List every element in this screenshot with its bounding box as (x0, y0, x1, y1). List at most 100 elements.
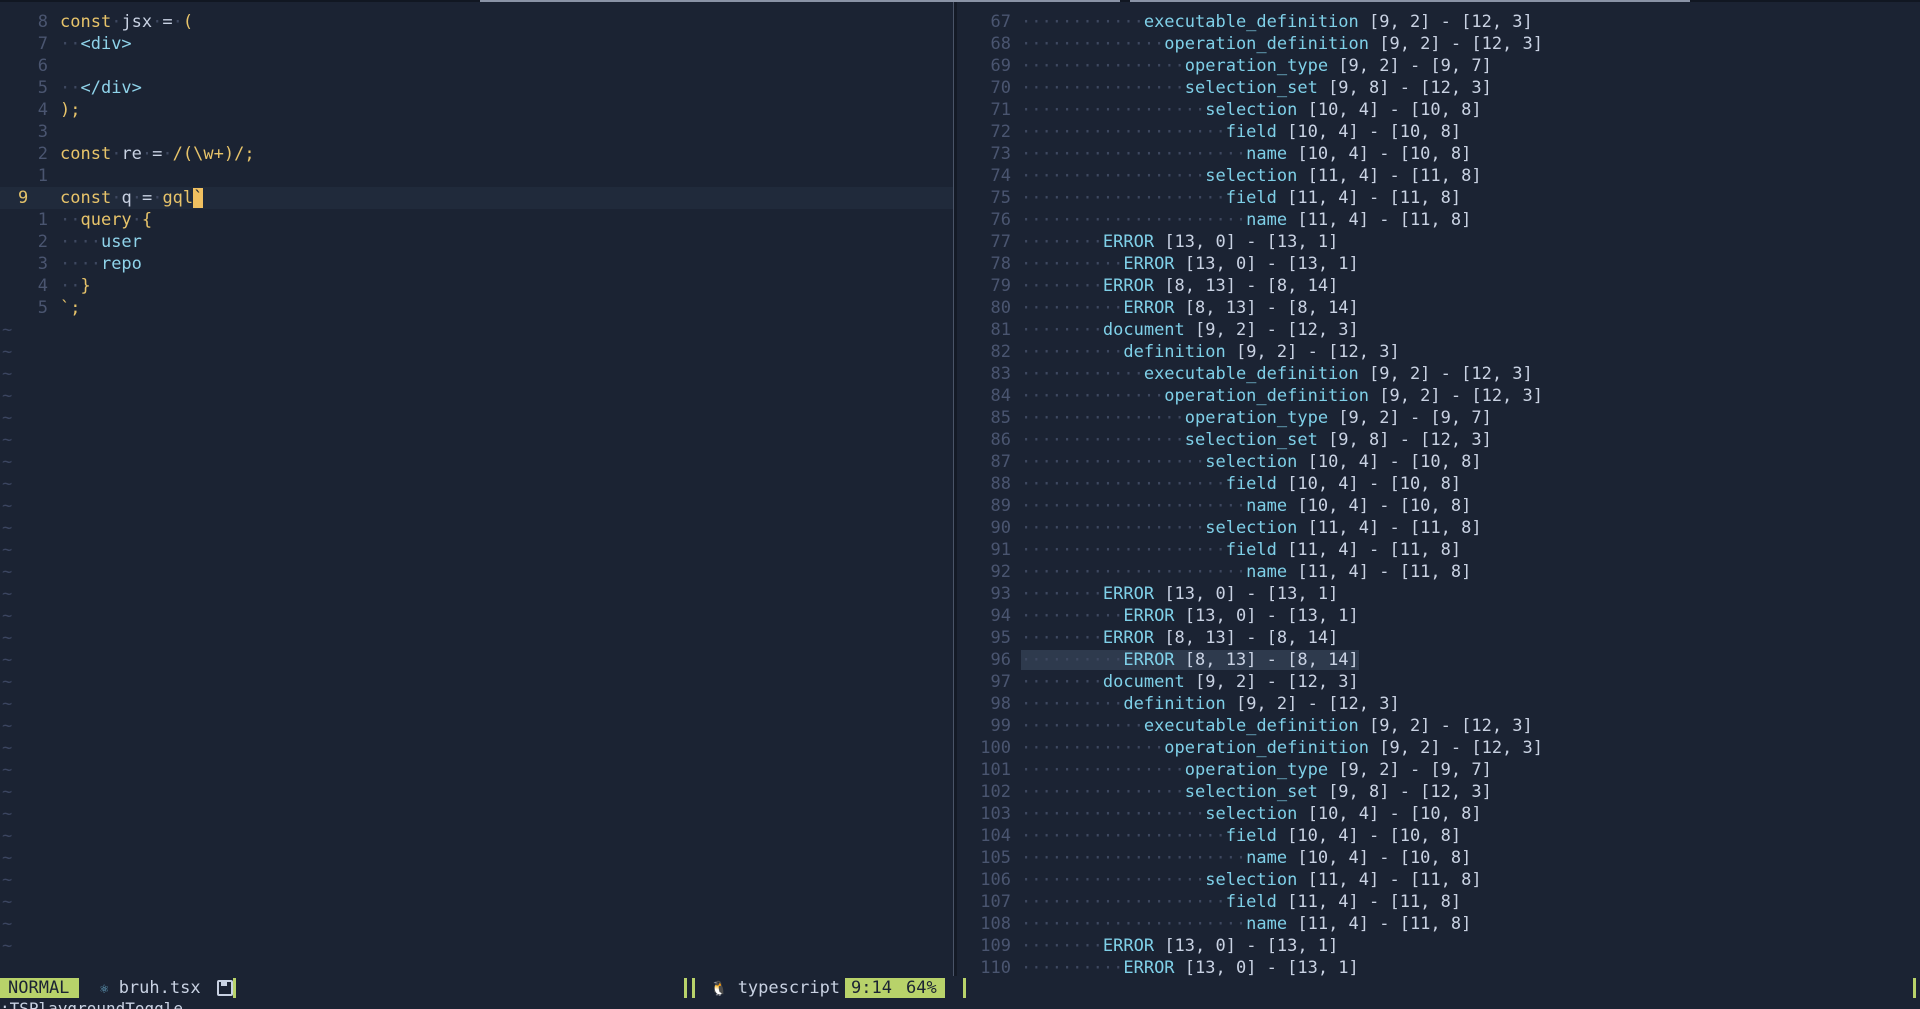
syntax-tree-node-line[interactable]: 109 ········ERROR [13, 0] - [13, 1] (957, 935, 1920, 957)
syntax-tree-node-line[interactable]: 94 ··········ERROR [13, 0] - [13, 1] (957, 605, 1920, 627)
line-number: 94 (990, 606, 1011, 626)
syntax-tree-node-line[interactable]: 81 ········document [9, 2] - [12, 3] (957, 319, 1920, 341)
syntax-tree-node-line[interactable]: 69 ················operation_type [9, 2] … (957, 55, 1920, 77)
code-text: `; (60, 298, 81, 318)
node-text: ··········ERROR [13, 0] - [13, 1] (1021, 958, 1359, 976)
syntax-tree-node-line[interactable]: 101 ················operation_type [9, 2]… (957, 759, 1920, 781)
syntax-tree-node-line[interactable]: 93 ········ERROR [13, 0] - [13, 1] (957, 583, 1920, 605)
treesitter-playground-pane[interactable]: 67 ············executable_definition [9, … (957, 2, 1920, 976)
syntax-tree-node-line[interactable]: 82 ··········definition [9, 2] - [12, 3] (957, 341, 1920, 363)
code-text: ··<div> (60, 34, 132, 54)
line-number: 89 (990, 496, 1011, 516)
node-text: ······················name [11, 4] - [11… (1021, 210, 1472, 230)
syntax-tree-node-line[interactable]: 100 ··············operation_definition [9… (957, 737, 1920, 759)
code-line[interactable]: 1 ··query·{ (0, 209, 953, 231)
line-number: 95 (990, 628, 1011, 648)
syntax-tree-node-line[interactable]: 107 ····················field [11, 4] - [… (957, 891, 1920, 913)
code-line[interactable]: 6 (0, 55, 953, 77)
syntax-tree-node-line[interactable]: 67 ············executable_definition [9, … (957, 11, 1920, 33)
source-editor-pane[interactable]: 8 const·jsx·=·(7 ··<div> 6 5 ··</div> 4); 3 2 con… (0, 2, 953, 976)
line-number: 102 (980, 782, 1011, 802)
syntax-tree-node-line[interactable]: 96 ··········ERROR [8, 13] - [8, 14] (957, 649, 1920, 671)
code-line[interactable]: 2 ····user (0, 231, 953, 253)
syntax-tree-node-line[interactable]: 91 ····················field [11, 4] - [1… (957, 539, 1920, 561)
node-text: ········ERROR [8, 13] - [8, 14] (1021, 276, 1339, 296)
syntax-tree-node-line[interactable]: 110 ··········ERROR [13, 0] - [13, 1] (957, 957, 1920, 976)
line-number: 2 (37, 232, 48, 252)
syntax-tree-node-line[interactable]: 78 ··········ERROR [13, 0] - [13, 1] (957, 253, 1920, 275)
syntax-tree-node-line[interactable]: 75 ····················field [11, 4] - [1… (957, 187, 1920, 209)
code-line[interactable]: 4); (0, 99, 953, 121)
syntax-tree-node-line[interactable]: 102 ················selection_set [9, 8] … (957, 781, 1920, 803)
node-text: ··········definition [9, 2] - [12, 3] (1021, 694, 1400, 714)
node-text: ············executable_definition [9, 2]… (1021, 364, 1533, 384)
line-number: 104 (980, 826, 1011, 846)
node-text: ··········definition [9, 2] - [12, 3] (1021, 342, 1400, 362)
syntax-tree-node-line[interactable]: 105 ······················name [10, 4] - … (957, 847, 1920, 869)
code-line[interactable]: 3 (0, 121, 953, 143)
code-text: ··query·{ (60, 210, 153, 230)
code-line[interactable]: 5 ··</div> (0, 77, 953, 99)
syntax-tree-node-line[interactable]: 87 ··················selection [10, 4] - … (957, 451, 1920, 473)
line-number: 97 (990, 672, 1011, 692)
line-number: 3 (37, 122, 48, 142)
line-number: 2 (37, 144, 48, 164)
line-number: 88 (990, 474, 1011, 494)
syntax-tree-node-line[interactable]: 77 ········ERROR [13, 0] - [13, 1] (957, 231, 1920, 253)
code-line[interactable]: 7 ··<div> (0, 33, 953, 55)
code-line[interactable]: 4 ··} (0, 275, 953, 297)
syntax-tree-node-line[interactable]: 79 ········ERROR [8, 13] - [8, 14] (957, 275, 1920, 297)
node-text: ················selection_set [9, 8] - [… (1021, 430, 1492, 450)
syntax-tree-node-line[interactable]: 70 ················selection_set [9, 8] -… (957, 77, 1920, 99)
syntax-tree-node-line[interactable]: 83 ············executable_definition [9, … (957, 363, 1920, 385)
syntax-tree-node-line[interactable]: 74 ··················selection [11, 4] - … (957, 165, 1920, 187)
syntax-tree-node-line[interactable]: 92 ······················name [11, 4] - [… (957, 561, 1920, 583)
file-name: bruh.tsx (118, 978, 201, 998)
syntax-tree-node-line[interactable]: 90 ··················selection [11, 4] - … (957, 517, 1920, 539)
syntax-tree-node-line[interactable]: 104 ····················field [10, 4] - [… (957, 825, 1920, 847)
node-text: ······················name [11, 4] - [11… (1021, 914, 1472, 934)
syntax-tree-node-line[interactable]: 103 ··················selection [10, 4] -… (957, 803, 1920, 825)
syntax-tree-node-line[interactable]: 89 ······················name [10, 4] - [… (957, 495, 1920, 517)
line-number: 73 (990, 144, 1011, 164)
syntax-tree-node-line[interactable]: 71 ··················selection [10, 4] - … (957, 99, 1920, 121)
syntax-tree-node-line[interactable]: 72 ····················field [10, 4] - [1… (957, 121, 1920, 143)
node-text: ······················name [11, 4] - [11… (1021, 562, 1472, 582)
line-number: 77 (990, 232, 1011, 252)
line-number: 5 (37, 78, 48, 98)
code-line[interactable]: 5 `; (0, 297, 953, 319)
syntax-tree-node-line[interactable]: 97 ········document [9, 2] - [12, 3] (957, 671, 1920, 693)
node-text: ··················selection [11, 4] - [1… (1021, 518, 1482, 538)
syntax-tree-node-line[interactable]: 76 ······················name [11, 4] - [… (957, 209, 1920, 231)
line-number: 105 (980, 848, 1011, 868)
syntax-tree-node-line[interactable]: 86 ················selection_set [9, 8] -… (957, 429, 1920, 451)
line-number: 80 (990, 298, 1011, 318)
syntax-tree-node-line[interactable]: 84 ··············operation_definition [9,… (957, 385, 1920, 407)
code-line[interactable]: 3 ····repo (0, 253, 953, 275)
line-number: 93 (990, 584, 1011, 604)
file-name-section[interactable]: ⚛ bruh.tsx (100, 976, 233, 1001)
line-number: 90 (990, 518, 1011, 538)
command-line[interactable]: :TSPlaygroundToggle (0, 1000, 1920, 1009)
syntax-tree-node-line[interactable]: 88 ····················field [10, 4] - [1… (957, 473, 1920, 495)
syntax-tree-node-line[interactable]: 80 ··········ERROR [8, 13] - [8, 14] (957, 297, 1920, 319)
syntax-tree-node-line[interactable]: 108 ······················name [11, 4] - … (957, 913, 1920, 935)
syntax-tree-node-line[interactable]: 98 ··········definition [9, 2] - [12, 3] (957, 693, 1920, 715)
syntax-tree-node-line[interactable]: 99 ············executable_definition [9, … (957, 715, 1920, 737)
code-line[interactable]: 1 (0, 165, 953, 187)
node-text: ··················selection [11, 4] - [1… (1021, 870, 1482, 890)
syntax-tree-node-line[interactable]: 73 ······················name [10, 4] - [… (957, 143, 1920, 165)
line-number: 74 (990, 166, 1011, 186)
node-text: ············executable_definition [9, 2]… (1021, 716, 1533, 736)
syntax-tree-node-line[interactable]: 95 ········ERROR [8, 13] - [8, 14] (957, 627, 1920, 649)
code-line[interactable]: 8 const·jsx·=·( (0, 11, 953, 33)
node-text: ········ERROR [13, 0] - [13, 1] (1021, 584, 1339, 604)
code-text: ··} (60, 276, 91, 296)
syntax-tree-node-line[interactable]: 106 ··················selection [11, 4] -… (957, 869, 1920, 891)
syntax-tree-node-line[interactable]: 85 ················operation_type [9, 2] … (957, 407, 1920, 429)
code-line[interactable]: 2 const·re·=·/(\w+)/; (0, 143, 953, 165)
syntax-tree-node-line[interactable]: 68 ··············operation_definition [9,… (957, 33, 1920, 55)
line-number: 109 (980, 936, 1011, 956)
code-line[interactable]: 9 const·q·=·gql` (0, 187, 953, 209)
statusline-separator (1913, 978, 1916, 998)
